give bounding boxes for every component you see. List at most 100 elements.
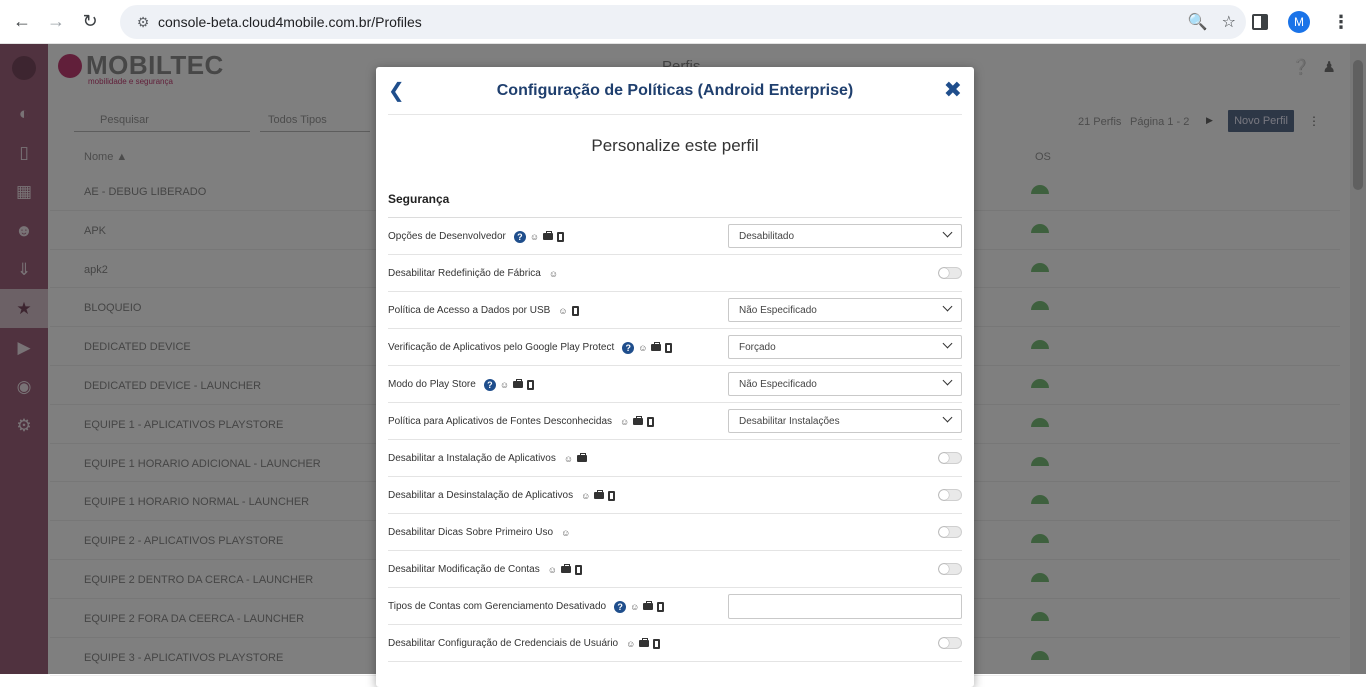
policy-config-modal: Configuração de Políticas (Android Enter… xyxy=(376,67,974,687)
policy-row: Desabilitar Configuração de Credenciais … xyxy=(388,625,962,662)
device-icon xyxy=(665,342,673,353)
modal-subtitle: Personalize este perfil xyxy=(591,136,759,155)
policy-label: Política para Aplicativos de Fontes Desc… xyxy=(388,416,613,427)
section-title: Segurança xyxy=(388,192,450,206)
work-profile-icon xyxy=(560,564,571,573)
select-value: Não Especificado xyxy=(739,379,817,390)
help-icon[interactable]: ? xyxy=(622,341,635,354)
device-icon xyxy=(647,416,655,427)
developer-options-select[interactable]: Desabilitado xyxy=(728,224,962,248)
back-chevron-icon[interactable]: ❮ xyxy=(388,78,405,103)
android-icon: ☺ xyxy=(638,342,648,353)
toggle-knob xyxy=(939,490,949,500)
policy-row: Política de Acesso a Dados por USB ☺ Não… xyxy=(388,292,962,329)
zoom-icon[interactable]: 🔍 xyxy=(1188,12,1208,32)
policy-row: Verificação de Aplicativos pelo Google P… xyxy=(388,329,962,366)
device-icon xyxy=(557,231,565,242)
policy-row: Política para Aplicativos de Fontes Desc… xyxy=(388,403,962,440)
policy-label: Desabilitar Redefinição de Fábrica xyxy=(388,268,541,279)
policy-row: Modo do Play Store ? ☺ Não Especificado xyxy=(388,366,962,403)
profile-avatar[interactable]: M xyxy=(1288,11,1310,33)
help-icon[interactable]: ? xyxy=(614,600,627,613)
account-types-input[interactable] xyxy=(728,594,962,619)
toggle-knob xyxy=(939,453,949,463)
toggle-knob xyxy=(939,638,949,648)
android-icon: ☺ xyxy=(499,379,510,390)
work-profile-icon xyxy=(639,638,650,647)
work-profile-icon xyxy=(651,342,662,351)
policy-label: Política de Acesso a Dados por USB xyxy=(388,305,551,316)
bookmark-star-icon[interactable]: ☆ xyxy=(1222,12,1236,32)
toggle-knob xyxy=(939,564,949,574)
play-store-mode-select[interactable]: Não Especificado xyxy=(728,372,962,396)
android-icon: ☺ xyxy=(620,416,630,427)
device-icon xyxy=(574,564,582,575)
chevron-down-icon xyxy=(942,412,953,423)
device-icon xyxy=(653,638,661,649)
chevron-down-icon xyxy=(942,301,953,312)
policy-label: Desabilitar Configuração de Credenciais … xyxy=(388,638,619,649)
chevron-down-icon xyxy=(942,338,953,349)
app-install-toggle[interactable] xyxy=(938,452,962,464)
android-icon: ☺ xyxy=(561,527,571,538)
chevron-down-icon xyxy=(942,227,953,238)
unknown-sources-select[interactable]: Desabilitar Instalações xyxy=(728,409,962,433)
android-icon: ☺ xyxy=(548,268,559,279)
policy-label: Desabilitar a Desinstalação de Aplicativ… xyxy=(388,490,574,501)
close-icon[interactable]: ✖ xyxy=(944,77,962,103)
android-icon: ☺ xyxy=(563,453,574,464)
first-use-hints-toggle[interactable] xyxy=(938,526,962,538)
policy-row: Tipos de Contas com Gerenciamento Desati… xyxy=(388,588,962,625)
toggle-knob xyxy=(939,268,949,278)
android-icon: ☺ xyxy=(529,231,540,242)
policy-label: Tipos de Contas com Gerenciamento Desati… xyxy=(388,601,607,612)
select-value: Desabilitar Instalações xyxy=(739,416,840,427)
android-icon: ☺ xyxy=(626,638,636,649)
device-icon xyxy=(527,379,535,390)
android-icon: ☺ xyxy=(547,564,557,575)
play-protect-select[interactable]: Forçado xyxy=(728,335,962,359)
forward-arrow-icon[interactable]: → xyxy=(39,5,73,39)
policy-row: Desabilitar Redefinição de Fábrica ☺ xyxy=(388,255,962,292)
device-icon xyxy=(608,490,616,501)
policy-label: Verificação de Aplicativos pelo Google P… xyxy=(388,342,615,353)
reload-icon[interactable]: ↻ xyxy=(73,5,107,39)
device-icon xyxy=(657,601,665,612)
device-icon xyxy=(571,305,579,316)
browser-menu-icon[interactable]: ⋮ xyxy=(1332,12,1350,33)
address-bar[interactable]: ⚙ console-beta.cloud4mobile.com.br/Profi… xyxy=(120,5,1246,39)
work-profile-icon xyxy=(577,453,588,462)
policy-label: Desabilitar a Instalação de Aplicativos xyxy=(388,453,556,464)
factory-reset-toggle[interactable] xyxy=(938,267,962,279)
policy-label: Opções de Desenvolvedor xyxy=(388,231,506,242)
modal-header: Configuração de Políticas (Android Enter… xyxy=(388,67,962,115)
help-icon[interactable]: ? xyxy=(483,378,496,391)
work-profile-icon xyxy=(643,601,654,610)
url-text[interactable]: console-beta.cloud4mobile.com.br/Profile… xyxy=(158,14,422,30)
toggle-knob xyxy=(939,527,949,537)
android-icon: ☺ xyxy=(581,490,591,501)
android-icon: ☺ xyxy=(630,601,640,612)
work-profile-icon xyxy=(633,416,644,425)
policy-row: Desabilitar a Instalação de Aplicativos … xyxy=(388,440,962,477)
android-icon: ☺ xyxy=(558,305,568,316)
back-arrow-icon[interactable]: ← xyxy=(5,5,39,39)
side-panel-icon[interactable] xyxy=(1252,14,1268,30)
policy-row: Desabilitar a Desinstalação de Aplicativ… xyxy=(388,477,962,514)
site-settings-icon[interactable]: ⚙ xyxy=(128,14,158,31)
policy-label: Modo do Play Store xyxy=(388,379,476,390)
help-icon[interactable]: ? xyxy=(513,230,526,243)
credentials-config-toggle[interactable] xyxy=(938,637,962,649)
browser-toolbar: ← → ↻ ⚙ console-beta.cloud4mobile.com.br… xyxy=(0,0,1366,44)
select-value: Não Especificado xyxy=(739,305,817,316)
app-uninstall-toggle[interactable] xyxy=(938,489,962,501)
account-modification-toggle[interactable] xyxy=(938,563,962,575)
select-value: Desabilitado xyxy=(739,231,795,242)
policy-label: Desabilitar Modificação de Contas xyxy=(388,564,540,575)
work-profile-icon xyxy=(513,379,524,388)
select-value: Forçado xyxy=(739,342,776,353)
policy-row: Opções de Desenvolvedor ? ☺ Desabilitado xyxy=(388,218,962,255)
usb-data-access-select[interactable]: Não Especificado xyxy=(728,298,962,322)
policy-row: Desabilitar Modificação de Contas ☺ xyxy=(388,551,962,588)
work-profile-icon xyxy=(543,231,554,240)
